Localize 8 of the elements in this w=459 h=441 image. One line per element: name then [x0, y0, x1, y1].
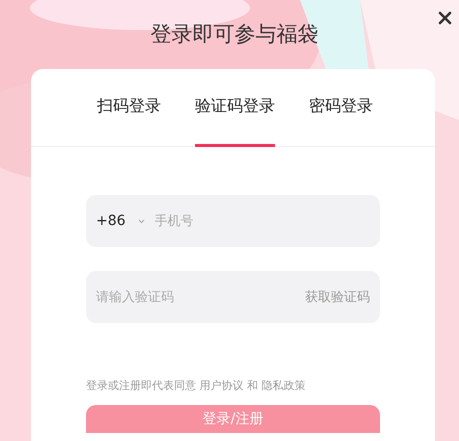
login-tab[interactable]: 验证码登录	[195, 69, 275, 147]
login-tab[interactable]: 扫码登录	[97, 69, 161, 147]
dialog-title: 登录即可参与福袋	[150, 21, 318, 48]
close-icon[interactable]	[438, 11, 452, 25]
login-tab[interactable]: 密码登录	[309, 69, 373, 147]
agreement-text: 登录或注册即代表同意 用户协议 和 隐私政策	[86, 378, 306, 393]
phone-field[interactable]: +86 手机号	[86, 195, 380, 247]
country-code[interactable]: +86	[96, 213, 126, 229]
